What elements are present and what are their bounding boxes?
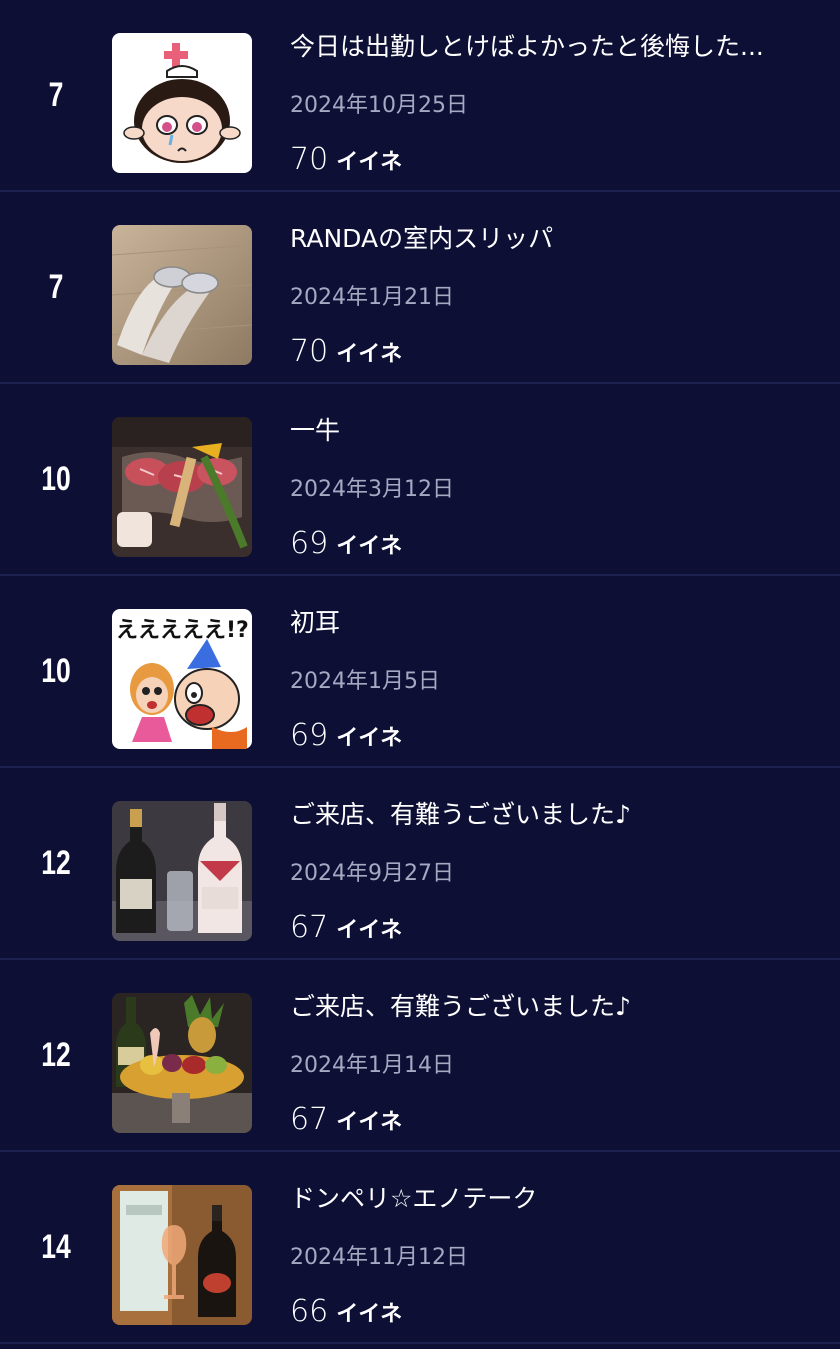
post-thumbnail[interactable]: えええええ!? — [112, 609, 252, 749]
like-unit: イイネ — [336, 1302, 403, 1327]
like-count: 69 イイネ — [290, 524, 402, 567]
ranking-item[interactable]: 12 ご来店、有難うございました♪ 2024年9月27日 67 イイネ — [0, 768, 840, 960]
fruit-platter-image — [112, 993, 252, 1133]
post-title[interactable]: 初耳 — [290, 604, 820, 642]
post-thumbnail[interactable] — [112, 1185, 252, 1325]
rank-number: 12 — [41, 1036, 71, 1074]
post-thumbnail[interactable] — [112, 225, 252, 365]
post-title[interactable]: 今日は出勤しとけばよかったと後悔した... — [290, 28, 820, 66]
like-count: 69 イイネ — [290, 716, 402, 759]
wagyu-beef-platter-image — [112, 417, 252, 557]
like-count: 66 イイネ — [290, 1292, 402, 1335]
ranking-item[interactable]: 14 ドンペリ☆エノテーク 2024年11月12日 66 イイネ — [0, 1152, 840, 1344]
ranking-item[interactable]: 7 今日は出勤しとけばよかったと後悔した... 2024年10月25日 70 イ… — [0, 0, 840, 192]
post-date: 2024年11月12日 — [290, 1245, 468, 1270]
thumb-caption: えええええ!? — [116, 618, 249, 643]
slippers-on-floor-image — [112, 225, 252, 365]
post-thumbnail[interactable] — [112, 33, 252, 173]
like-unit: イイネ — [336, 342, 403, 367]
crying-cartoon-girl-image — [112, 33, 252, 173]
ranking-item[interactable]: 10 えええええ!? 初耳 2024年1月5日 69 イイネ — [0, 576, 840, 768]
post-date: 2024年9月27日 — [290, 861, 454, 886]
like-number: 66 — [290, 1294, 329, 1329]
ranking-list: 7 今日は出勤しとけばよかったと後悔した... 2024年10月25日 70 イ… — [0, 0, 840, 1349]
post-thumbnail[interactable] — [112, 417, 252, 557]
like-number: 69 — [290, 718, 329, 753]
post-thumbnail[interactable] — [112, 801, 252, 941]
post-title[interactable]: ご来店、有難うございました♪ — [290, 796, 820, 834]
post-thumbnail[interactable] — [112, 993, 252, 1133]
post-title[interactable]: RANDAの室内スリッパ — [290, 220, 820, 258]
post-title[interactable]: ドンペリ☆エノテーク — [290, 1180, 820, 1218]
like-count: 70 イイネ — [290, 140, 402, 183]
like-count: 70 イイネ — [290, 332, 402, 375]
like-number: 70 — [290, 334, 329, 369]
ranking-item[interactable]: 7 RANDAの室内スリッパ 2024年1月21日 70 イイネ — [0, 192, 840, 384]
like-count: 67 イイネ — [290, 908, 402, 951]
dom-perignon-bottle-image — [112, 1185, 252, 1325]
rank-number: 7 — [48, 76, 64, 114]
like-number: 67 — [290, 910, 329, 945]
rank-number: 10 — [41, 460, 71, 498]
ranking-item[interactable]: 10 一牛 2024年3月12日 69 イイネ — [0, 384, 840, 576]
post-date: 2024年1月5日 — [290, 669, 440, 694]
post-title[interactable]: 一牛 — [290, 412, 820, 450]
like-number: 69 — [290, 526, 329, 561]
rank-number: 10 — [41, 652, 71, 690]
surprised-cartoon-image: えええええ!? — [112, 609, 252, 749]
like-number: 67 — [290, 1102, 329, 1137]
champagne-bottles-image — [112, 801, 252, 941]
like-unit: イイネ — [336, 918, 403, 943]
post-date: 2024年1月21日 — [290, 285, 454, 310]
post-date: 2024年1月14日 — [290, 1053, 454, 1078]
rank-number: 12 — [41, 844, 71, 882]
post-title[interactable]: ご来店、有難うございました♪ — [290, 988, 820, 1026]
rank-number: 7 — [48, 268, 64, 306]
like-unit: イイネ — [336, 150, 403, 175]
like-unit: イイネ — [336, 534, 403, 559]
like-unit: イイネ — [336, 726, 403, 751]
rank-number: 14 — [41, 1228, 71, 1266]
post-date: 2024年3月12日 — [290, 477, 454, 502]
post-date: 2024年10月25日 — [290, 93, 468, 118]
like-number: 70 — [290, 142, 329, 177]
ranking-item[interactable]: 12 ご来店、有難うございました♪ 2024年1月14日 67 イイネ — [0, 960, 840, 1152]
like-unit: イイネ — [336, 1110, 403, 1135]
like-count: 67 イイネ — [290, 1100, 402, 1143]
